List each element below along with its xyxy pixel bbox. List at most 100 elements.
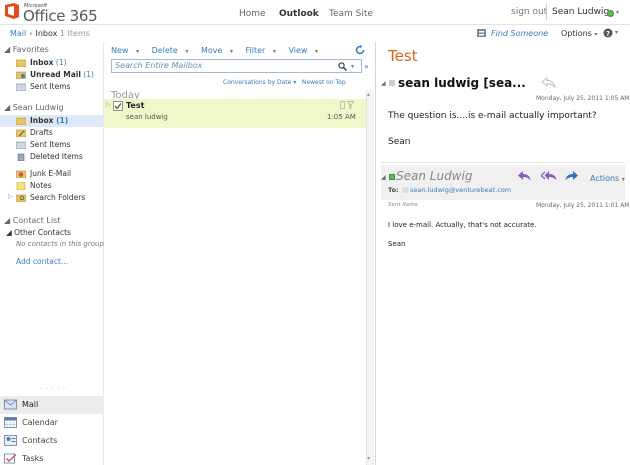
add-contact-link[interactable]: Add contact... [16, 257, 68, 266]
other-contacts-group[interactable]: ◢ Other Contacts [6, 228, 71, 237]
folder-junk-email[interactable]: Junk E-Mail [15, 168, 104, 180]
office-logo-icon[interactable] [3, 2, 21, 20]
module-contacts-label: Contacts [22, 436, 58, 445]
newest-on-top[interactable]: Newest on Top [302, 79, 346, 86]
drafts-icon [15, 129, 27, 138]
user-name[interactable]: Sean Ludwig [552, 7, 609, 17]
refresh-icon[interactable] [355, 45, 365, 57]
no-contacts-text: No contacts in this group [16, 240, 104, 248]
favorites-label: Favorites [12, 45, 49, 54]
folder-sent-items[interactable]: Sent Items [15, 139, 104, 151]
chevron-down-icon[interactable]: ▾ [615, 29, 618, 36]
nav-team-site[interactable]: Team Site [329, 9, 373, 19]
module-tasks[interactable]: Tasks [4, 450, 104, 465]
address-book-icon[interactable] [476, 28, 487, 40]
reply-all-icon[interactable] [541, 77, 556, 90]
folder-notes[interactable]: Notes [16, 180, 104, 192]
folder-junk-label: Junk E-Mail [30, 169, 72, 178]
chevron-down-icon: ▾ [229, 48, 233, 55]
scroll-down-icon[interactable]: ▾ [367, 455, 370, 462]
message-date: Monday, July 25, 2011 1:01 AM [536, 202, 630, 209]
junk-icon [15, 170, 27, 179]
message-list-scrollbar[interactable] [366, 90, 374, 465]
trash-icon [16, 153, 26, 162]
fav-unread-label: Unread Mail [30, 70, 81, 79]
breadcrumb-inbox: Inbox [35, 29, 58, 38]
breadcrumb: Mail › Inbox 1 Items [10, 29, 90, 38]
message-folder: Sent Items [388, 202, 418, 208]
module-calendar-label: Calendar [22, 418, 58, 427]
sign-out-link[interactable]: sign out [511, 7, 547, 17]
search-placeholder: Search Entire Mailbox [115, 61, 203, 70]
search-folder-icon [15, 194, 27, 203]
account-header[interactable]: ◢ Sean Ludwig [4, 103, 64, 112]
expand-conversation-icon[interactable]: ▷ [106, 101, 111, 108]
forward-icon[interactable] [565, 171, 578, 183]
filter-icon[interactable] [346, 101, 355, 111]
reading-subject: Test [388, 47, 418, 65]
conversations-by-date[interactable]: Conversations by Date ▾ [223, 79, 296, 86]
message-subject: Test [126, 101, 145, 110]
conv-by-label: Conversations by Date [223, 79, 292, 86]
collapse-arrow-icon[interactable]: ◢ [381, 80, 386, 87]
fav-item-inbox[interactable]: Inbox (1) [15, 57, 104, 69]
message-signature: Sean [388, 137, 411, 147]
folder-inbox[interactable]: Inbox (1) [0, 115, 104, 127]
account-label: Sean Ludwig [12, 103, 64, 112]
folder-icon [15, 59, 27, 68]
fav-item-sent-items[interactable]: Sent Items [15, 81, 104, 93]
checkbox[interactable] [113, 101, 123, 113]
search-icon[interactable] [338, 62, 347, 73]
expand-search-icon[interactable]: » [364, 62, 369, 71]
module-calendar[interactable]: Calendar [4, 414, 104, 432]
expand-arrow-icon[interactable]: ▷ [8, 193, 13, 200]
resize-handle[interactable]: · · · · · [40, 386, 66, 393]
chevron-down-icon[interactable]: ▾ [351, 63, 354, 70]
reply-icon[interactable] [518, 171, 531, 183]
help-icon[interactable]: ? [603, 28, 613, 40]
favorites-header[interactable]: ◢ Favorites [4, 45, 49, 54]
folder-inbox-count: (1) [56, 116, 69, 125]
fav-item-unread-mail[interactable]: Unread Mail (1) [15, 69, 104, 81]
logo-office365-text[interactable]: Office 365 [23, 7, 98, 25]
fav-inbox-label: Inbox [30, 58, 54, 67]
module-contacts[interactable]: Contacts [4, 432, 104, 450]
chevron-down-icon[interactable]: ▾ [616, 9, 619, 16]
message-sender[interactable]: sean ludwig [sea... [398, 76, 526, 90]
folder-deleted-items[interactable]: Deleted Items [16, 151, 104, 163]
folder-search-folders[interactable]: Search Folders [15, 192, 104, 204]
pane-divider[interactable] [375, 42, 376, 465]
actions-menu[interactable]: Actions ▾ [590, 174, 625, 183]
nav-home[interactable]: Home [239, 9, 266, 19]
flag-icon[interactable] [340, 101, 346, 111]
message-sender[interactable]: Sean Ludwig [396, 169, 472, 183]
module-mail-label: Mail [22, 400, 39, 409]
svg-text:?: ? [606, 30, 610, 38]
filter-button[interactable]: Filter ▾ [246, 46, 281, 55]
to-label: To: [388, 186, 399, 194]
breadcrumb-mail[interactable]: Mail [10, 29, 26, 38]
scroll-up-icon[interactable]: ▴ [367, 91, 370, 98]
contact-list-header[interactable]: ◢ Contact List [4, 216, 60, 225]
delete-button[interactable]: Delete ▾ [152, 46, 194, 55]
recipient-email[interactable]: sean.ludwig@venturebeat.com [410, 186, 511, 194]
item-count: 1 Items [59, 29, 90, 38]
options-menu[interactable]: Options ▾ [561, 29, 597, 38]
presence-icon [389, 80, 395, 86]
new-button[interactable]: New ▾ [111, 46, 144, 55]
module-mail[interactable]: Mail [0, 396, 104, 414]
filter-label: Filter [245, 46, 266, 55]
collapse-arrow-icon[interactable]: ◢ [381, 174, 386, 181]
find-someone-link[interactable]: Find Someone [491, 29, 548, 38]
view-button[interactable]: View ▾ [288, 46, 323, 55]
presence-icon [389, 174, 395, 180]
presence-icon [607, 10, 614, 17]
nav-outlook[interactable]: Outlook [279, 9, 319, 19]
message-body: The question is....is e-mail actually im… [388, 111, 597, 121]
reply-all-icon[interactable] [540, 171, 557, 183]
folder-drafts[interactable]: Drafts [15, 127, 104, 139]
fav-sent-label: Sent Items [30, 82, 71, 91]
chevron-down-icon: ▾ [136, 48, 140, 55]
move-button[interactable]: Move ▾ [201, 46, 238, 55]
list-toolbar: New ▾ Delete ▾ Move ▾ Filter ▾ View ▾ [111, 46, 328, 55]
